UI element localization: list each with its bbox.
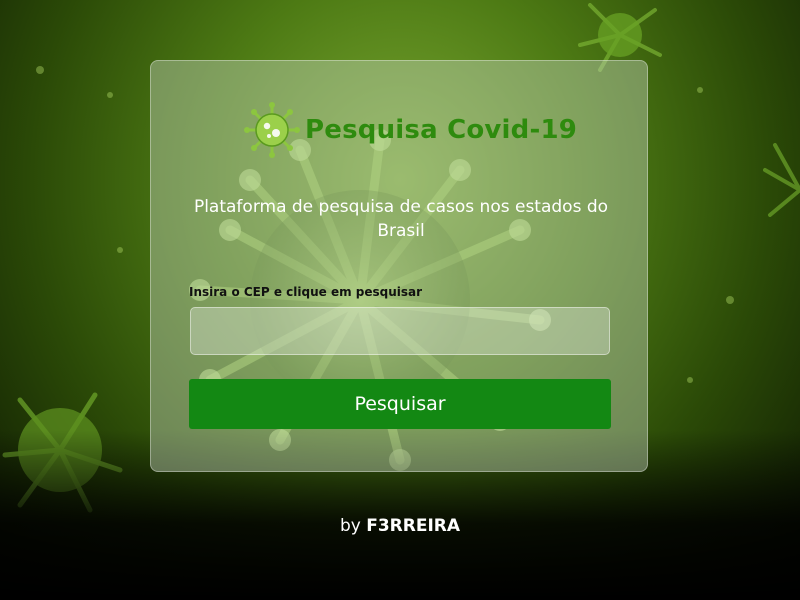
footer-prefix: by [339,516,361,536]
brand-header: Pesquisa Covid-19 [243,101,577,159]
app-title: Pesquisa Covid-19 [305,115,578,145]
virus-icon [243,101,301,159]
footer-author: F3RREIRA [366,516,461,536]
search-card: Pesquisa Covid-19 Plataforma de pesquisa… [150,60,648,472]
cep-label: Insira o CEP e clique em pesquisar [189,285,423,299]
footer-credit: by F3RREIRA [0,516,800,536]
cep-input[interactable] [190,307,610,355]
page-subtitle: Plataforma de pesquisa de casos nos esta… [193,197,609,241]
search-button[interactable]: Pesquisar [189,379,611,429]
